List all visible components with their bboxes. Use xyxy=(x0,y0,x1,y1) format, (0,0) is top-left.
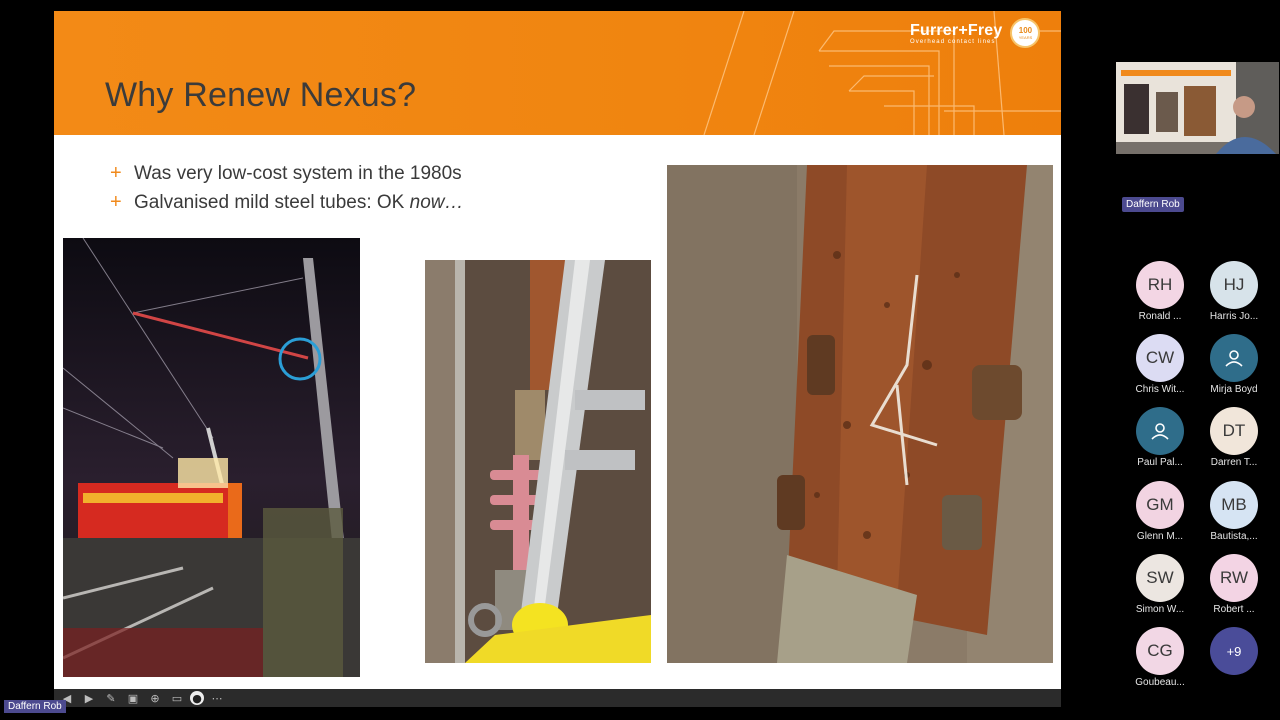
speaker-video-thumbnail[interactable] xyxy=(1116,62,1279,154)
presentation-slide: Why Renew Nexus? Furrer+Frey Overhead co… xyxy=(54,11,1061,689)
person-icon xyxy=(1151,423,1169,440)
avatar xyxy=(1210,334,1258,382)
participant-tile[interactable]: GM Glenn M... xyxy=(1125,481,1195,542)
participant-tile[interactable]: RW Robert ... xyxy=(1199,554,1269,615)
slides-icon[interactable]: ▣ xyxy=(124,690,142,706)
bullet-plus-icon: + xyxy=(110,162,122,184)
badge-number: 100 xyxy=(1018,25,1033,35)
rusted-tube-closeup-photo xyxy=(667,165,1053,663)
bullet-point: + Was very low-cost system in the 1980s xyxy=(110,162,462,185)
bullet-text: Galvanised mild steel tubes: OK xyxy=(134,191,410,213)
insulator-and-tube-photo xyxy=(425,260,651,663)
bullet-text: Was very low-cost system in the 1980s xyxy=(134,162,462,184)
participant-name: Simon W... xyxy=(1135,604,1185,615)
anniversary-badge: 100 YEARS xyxy=(1010,18,1041,48)
pen-icon[interactable]: ✎ xyxy=(102,690,120,706)
avatar: CG xyxy=(1136,627,1184,675)
bullet-emphasis: now… xyxy=(409,191,464,213)
self-view-label: Daffern Rob xyxy=(4,700,66,713)
participant-name: Bautista,... xyxy=(1210,531,1258,542)
active-speaker-label: Daffern Rob xyxy=(1122,197,1184,212)
participant-name: Darren T... xyxy=(1210,457,1258,468)
avatar: MB xyxy=(1210,481,1258,529)
participant-tile[interactable]: SW Simon W... xyxy=(1125,554,1195,615)
logo-tagline: Overhead contact lines xyxy=(910,38,996,45)
participant-name: Ronald ... xyxy=(1138,311,1182,322)
presentation-toolbar: ◀ ▶ ✎ ▣ ⊕ ▭ ● ⋯ xyxy=(54,689,1061,707)
participant-name: Chris Wit... xyxy=(1135,384,1185,395)
participant-name: Harris Jo... xyxy=(1209,311,1259,322)
avatar: CW xyxy=(1136,334,1184,382)
logo-name: Furrer+Frey xyxy=(910,21,1003,39)
bullet-point: + Galvanised mild steel tubes: OK now… xyxy=(110,191,464,214)
participant-tile[interactable]: CG Goubeau... xyxy=(1125,627,1195,688)
more-icon[interactable]: ⋯ xyxy=(208,690,226,706)
next-slide-icon[interactable]: ▶ xyxy=(80,690,98,706)
participant-tile[interactable]: HJ Harris Jo... xyxy=(1199,261,1269,322)
participant-name: Mirja Boyd xyxy=(1210,384,1258,395)
participant-name: Robert ... xyxy=(1213,604,1255,615)
participant-tile[interactable]: Paul Pal... xyxy=(1125,407,1195,468)
zoom-icon[interactable]: ⊕ xyxy=(146,690,164,706)
slide-header-band: Why Renew Nexus? Furrer+Frey Overhead co… xyxy=(54,11,1061,135)
participant-tile[interactable]: DT Darren T... xyxy=(1199,407,1269,468)
participant-name: Paul Pal... xyxy=(1137,457,1183,468)
avatar: GM xyxy=(1136,481,1184,529)
avatar: RH xyxy=(1136,261,1184,309)
more-participants-count: +9 xyxy=(1210,627,1258,675)
avatar: SW xyxy=(1136,554,1184,602)
slide-title: Why Renew Nexus? xyxy=(105,76,417,114)
more-participants-button[interactable]: +9 xyxy=(1199,627,1269,675)
participant-name: Glenn M... xyxy=(1136,531,1184,542)
participant-tile[interactable]: Mirja Boyd xyxy=(1199,334,1269,395)
camera-icon[interactable]: ● xyxy=(190,691,204,705)
bullet-plus-icon: + xyxy=(110,191,122,213)
avatar: DT xyxy=(1210,407,1258,455)
avatar xyxy=(1136,407,1184,455)
night-railway-photo xyxy=(63,238,360,677)
avatar: HJ xyxy=(1210,261,1258,309)
person-icon xyxy=(1225,350,1243,367)
subtitles-icon[interactable]: ▭ xyxy=(168,690,186,706)
participant-tile[interactable]: CW Chris Wit... xyxy=(1125,334,1195,395)
badge-word: YEARS xyxy=(1018,34,1033,40)
participant-tile[interactable]: RH Ronald ... xyxy=(1125,261,1195,322)
participant-tile[interactable]: MB Bautista,... xyxy=(1199,481,1269,542)
participant-name: Goubeau... xyxy=(1135,677,1185,688)
avatar: RW xyxy=(1210,554,1258,602)
furrer-frey-logo: Furrer+Frey Overhead contact lines 100 Y… xyxy=(910,18,1041,48)
